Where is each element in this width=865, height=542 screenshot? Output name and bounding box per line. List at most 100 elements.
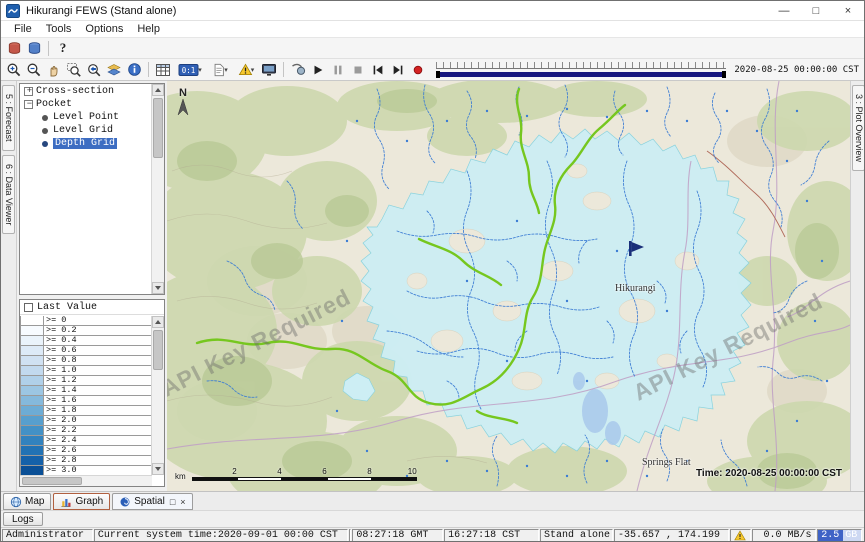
last-value-checkbox[interactable] bbox=[24, 303, 33, 312]
title-bar: Hikurangi FEWS (Stand alone) — □ × bbox=[1, 1, 864, 21]
tree-item-level-grid[interactable]: Level Grid bbox=[20, 124, 151, 137]
legend-swatch bbox=[20, 386, 44, 396]
legend-vertical-scrollbar[interactable] bbox=[151, 316, 164, 475]
timeline-range-bar bbox=[436, 72, 726, 77]
minimize-button[interactable]: — bbox=[768, 1, 800, 20]
menu-item-options[interactable]: Options bbox=[78, 23, 130, 35]
tree-item-pocket[interactable]: Pocket bbox=[20, 98, 151, 111]
layer-bullet-icon bbox=[42, 115, 48, 121]
grid-value-picker-button[interactable] bbox=[288, 60, 308, 79]
tree-item-level-point[interactable]: Level Point bbox=[20, 111, 151, 124]
layers-button[interactable] bbox=[104, 60, 124, 79]
interval-selector[interactable]: 0:1 ▾ bbox=[173, 60, 207, 79]
thresholds-button[interactable]: ▾ bbox=[233, 60, 259, 79]
tab-map-label: Map bbox=[25, 496, 44, 507]
zoom-previous-button[interactable] bbox=[84, 60, 104, 79]
scrollbar-thumb[interactable] bbox=[153, 330, 163, 370]
tree-item-label: Depth Grid bbox=[53, 138, 117, 149]
logs-button[interactable]: Logs bbox=[3, 512, 43, 526]
status-spacer bbox=[349, 529, 351, 542]
play-icon bbox=[311, 63, 325, 77]
info-button[interactable] bbox=[124, 60, 144, 79]
zoom-extent-button[interactable] bbox=[64, 60, 84, 79]
menu-item-help[interactable]: Help bbox=[130, 23, 167, 35]
scroll-up-button[interactable] bbox=[152, 316, 164, 328]
legend-row: >= 0.6 bbox=[20, 346, 152, 356]
toolbar-separator bbox=[148, 62, 149, 77]
tree-item-cross-section[interactable]: Cross-section bbox=[20, 85, 151, 98]
tab-spatial-label: Spatial bbox=[134, 496, 165, 507]
scroll-down-button[interactable] bbox=[152, 282, 164, 294]
scale-unit-label: km bbox=[175, 472, 186, 481]
menu-item-tools[interactable]: Tools bbox=[39, 23, 79, 35]
zoom-previous-icon bbox=[86, 62, 102, 78]
pause-button[interactable] bbox=[328, 60, 348, 79]
grid-display-button[interactable] bbox=[153, 60, 173, 79]
record-button[interactable] bbox=[408, 60, 428, 79]
legend-row: >= 0 bbox=[20, 316, 152, 326]
expand-icon[interactable] bbox=[24, 87, 33, 96]
layers-icon bbox=[106, 62, 122, 78]
tab-data-viewer[interactable]: 6 : Data Viewer bbox=[2, 155, 15, 234]
zoom-in-icon bbox=[6, 62, 22, 78]
step-forward-button[interactable] bbox=[388, 60, 408, 79]
close-button[interactable]: × bbox=[832, 1, 864, 20]
menu-item-file[interactable]: File bbox=[7, 23, 39, 35]
scroll-down-button[interactable] bbox=[152, 463, 164, 475]
zoom-out-button[interactable] bbox=[24, 60, 44, 79]
info-icon bbox=[127, 62, 142, 77]
legend-swatch bbox=[20, 456, 44, 466]
stop-button[interactable] bbox=[348, 60, 368, 79]
bar-chart-icon bbox=[60, 496, 72, 508]
logs-row: Logs bbox=[1, 510, 864, 527]
monitor-icon bbox=[261, 62, 277, 78]
layer-tree: Cross-section Pocket Level Point Level G… bbox=[19, 83, 165, 295]
scale-tick: 4 bbox=[237, 467, 282, 476]
status-warning-cell[interactable] bbox=[730, 529, 752, 542]
scrollbar-thumb[interactable] bbox=[22, 477, 82, 485]
help-button[interactable]: ? bbox=[53, 39, 73, 58]
chevron-down-icon: ▾ bbox=[224, 66, 228, 74]
legend-row: >= 1.0 bbox=[20, 366, 152, 376]
legend-row: >= 2.6 bbox=[20, 446, 152, 456]
tab-spatial[interactable]: Spatial □ × bbox=[112, 493, 192, 510]
legend-row: >= 1.6 bbox=[20, 396, 152, 406]
zoom-in-button[interactable] bbox=[4, 60, 24, 79]
spatial-icon bbox=[119, 496, 131, 508]
database-open-button[interactable] bbox=[4, 39, 24, 58]
legend-row: >= 0.2 bbox=[20, 326, 152, 336]
database-red-icon bbox=[7, 41, 22, 56]
record-icon bbox=[411, 63, 425, 77]
legend-horizontal-scrollbar[interactable] bbox=[20, 475, 152, 486]
status-download-rate: 0.0 MB/s bbox=[752, 529, 815, 542]
play-button[interactable] bbox=[308, 60, 328, 79]
tree-item-depth-grid[interactable]: Depth Grid bbox=[20, 137, 151, 150]
step-back-button[interactable] bbox=[368, 60, 388, 79]
tab-map[interactable]: Map bbox=[3, 493, 51, 510]
tree-vertical-scrollbar[interactable] bbox=[151, 84, 164, 294]
chevron-down-icon: ▾ bbox=[251, 66, 255, 74]
legend-swatch bbox=[20, 446, 44, 456]
map-canvas[interactable]: N API Key Required API Key Required Hiku… bbox=[167, 81, 850, 491]
tab-maximize-icon[interactable]: □ bbox=[170, 497, 175, 507]
status-memory-gauge: 2.5 GB bbox=[817, 529, 862, 542]
legend-panel: Last Value >= 0>= 0.2>= 0.4>= 0.6>= 0.8>… bbox=[19, 299, 165, 487]
animation-display-button[interactable] bbox=[259, 60, 279, 79]
skip-end-icon bbox=[391, 63, 405, 77]
scrollbar-thumb[interactable] bbox=[153, 98, 163, 158]
database-save-button[interactable] bbox=[24, 39, 44, 58]
scroll-up-button[interactable] bbox=[152, 84, 164, 96]
tab-close-icon[interactable]: × bbox=[180, 497, 185, 507]
legend-swatch bbox=[20, 406, 44, 416]
maximize-button[interactable]: □ bbox=[800, 1, 832, 20]
profile-display-button[interactable]: ▾ bbox=[207, 60, 233, 79]
map-scale-bar: km 2 4 6 8 10 bbox=[175, 467, 417, 481]
toolbar-main: ? bbox=[1, 38, 864, 59]
tab-graph[interactable]: Graph bbox=[53, 493, 110, 510]
tab-plot-overview[interactable]: 3 : Plot Overview bbox=[852, 85, 865, 171]
tab-forecast[interactable]: 5 : Forecast bbox=[2, 85, 15, 151]
collapse-icon[interactable] bbox=[24, 100, 33, 109]
timeline-slider[interactable] bbox=[436, 61, 726, 79]
pan-button[interactable] bbox=[44, 60, 64, 79]
current-timestep-label: 2020-08-25 00:00:00 CST bbox=[734, 65, 859, 75]
